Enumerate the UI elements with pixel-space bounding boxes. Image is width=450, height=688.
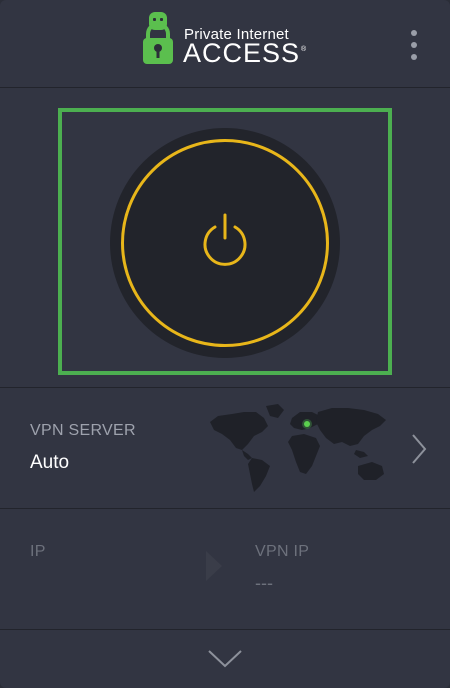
menu-dot-icon	[411, 30, 417, 36]
robot-lock-icon	[143, 12, 173, 64]
pia-window: Private Internet ACCESS® VPN SERVER Auto	[0, 0, 450, 688]
logo-text-main: ACCESS®	[183, 38, 307, 69]
connect-area	[0, 88, 450, 388]
power-icon	[203, 213, 247, 266]
world-map	[210, 404, 386, 492]
vpn-server-value: Auto	[30, 452, 70, 473]
ip-label: IP	[30, 543, 46, 560]
vpn-server-row[interactable]: VPN SERVER Auto	[0, 388, 450, 509]
menu-dot-icon	[411, 42, 417, 48]
chevron-down-icon	[208, 650, 242, 668]
ip-row: IP VPN IP ---	[0, 509, 450, 630]
connect-button[interactable]	[110, 128, 340, 358]
pia-logo: Private Internet ACCESS®	[140, 12, 320, 68]
vpn-ip-label: VPN IP	[255, 543, 310, 560]
menu-button[interactable]	[400, 24, 428, 64]
vpn-ip-value: ---	[255, 573, 273, 593]
expand-button[interactable]	[0, 630, 450, 688]
chevron-right-icon	[412, 434, 427, 464]
arrow-right-icon	[206, 551, 222, 581]
header: Private Internet ACCESS®	[0, 0, 450, 88]
logo-wordmark: ACCESS	[183, 38, 301, 68]
logo-registered-mark: ®	[301, 46, 308, 53]
menu-dot-icon	[411, 54, 417, 60]
vpn-server-label: VPN SERVER	[30, 422, 136, 439]
